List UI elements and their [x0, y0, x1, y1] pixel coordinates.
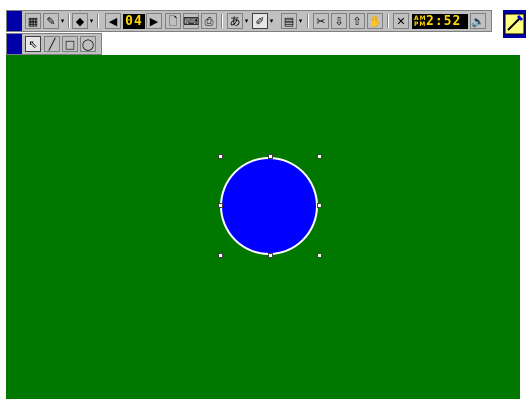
clock-time: 2:52 — [426, 14, 462, 29]
handwriting-icon[interactable]: あ — [227, 13, 243, 29]
rectangle-tool-icon[interactable]: □ — [62, 36, 78, 52]
grid-icon[interactable]: ▦ — [25, 13, 41, 29]
print-icon[interactable]: ⎙ — [201, 13, 217, 29]
clock-display: AM PM 2:52 — [412, 14, 468, 29]
color-dropdown-icon[interactable]: ▾ — [268, 13, 275, 29]
hand-icon[interactable]: ✋ — [367, 13, 383, 29]
toolbar-grip[interactable] — [7, 11, 22, 31]
close-icon[interactable]: ✕ — [393, 13, 409, 29]
separator — [387, 14, 388, 28]
resize-handle-bottom[interactable] — [268, 253, 273, 258]
new-page-icon[interactable]: 🗋 — [165, 13, 181, 29]
pen-mode-icon — [504, 13, 525, 35]
pen-mode-widget[interactable] — [503, 10, 526, 38]
toolbar-grip[interactable] — [7, 34, 22, 54]
eraser-icon[interactable]: ◆ — [72, 13, 88, 29]
clock-pm-label: PM — [414, 21, 427, 28]
ellipse-tool-icon[interactable]: ◯ — [80, 36, 96, 52]
draw-tools-toolbar: ⇖ ╱ □ ◯ — [6, 33, 102, 55]
resize-handle-right[interactable] — [317, 203, 322, 208]
pen-icon[interactable]: ✎ — [43, 13, 59, 29]
insert-icon[interactable]: ▤ — [281, 13, 297, 29]
resize-handle-top-right[interactable] — [317, 154, 322, 159]
resize-handle-top[interactable] — [268, 154, 273, 159]
color-icon[interactable]: ✐ — [252, 13, 268, 29]
copy-icon[interactable]: ✂ — [313, 13, 329, 29]
eraser-dropdown-icon[interactable]: ▾ — [88, 13, 95, 29]
export-icon[interactable]: ⇧ — [349, 13, 365, 29]
resize-handle-bottom-right[interactable] — [317, 253, 322, 258]
separator — [97, 14, 98, 28]
main-toolbar: ▦ ✎ ▾ ◆ ▾ ◀ 04 ▶ 🗋 ⌨ ⎙ あ ▾ ✐ ▾ ▤ ▾ ✂ ⇩ ⇧… — [6, 10, 492, 32]
speaker-icon[interactable]: 🔈 — [470, 13, 486, 29]
previous-page-icon[interactable]: ◀ — [105, 13, 121, 29]
resize-handle-bottom-left[interactable] — [218, 253, 223, 258]
separator — [68, 14, 69, 28]
import-icon[interactable]: ⇩ — [331, 13, 347, 29]
page-counter: 04 — [123, 14, 145, 29]
next-page-icon[interactable]: ▶ — [146, 13, 162, 29]
resize-handle-top-left[interactable] — [218, 154, 223, 159]
pen-dropdown-icon[interactable]: ▾ — [59, 13, 66, 29]
keyboard-icon[interactable]: ⌨ — [183, 13, 199, 29]
line-tool-icon[interactable]: ╱ — [44, 36, 60, 52]
resize-handle-left[interactable] — [218, 203, 223, 208]
insert-dropdown-icon[interactable]: ▾ — [297, 13, 304, 29]
separator — [307, 14, 308, 28]
select-tool-icon[interactable]: ⇖ — [25, 36, 41, 52]
separator — [221, 14, 222, 28]
ellipse-shape[interactable] — [220, 157, 318, 255]
handwriting-dropdown-icon[interactable]: ▾ — [243, 13, 250, 29]
